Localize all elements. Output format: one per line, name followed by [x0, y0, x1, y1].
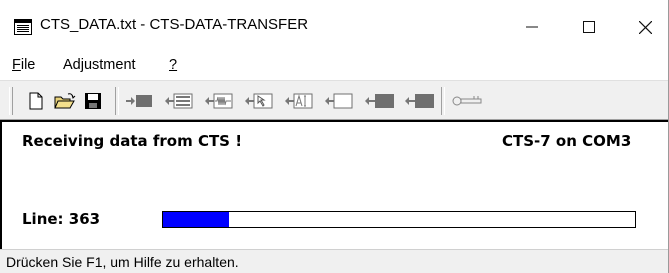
receive-cursor-icon: [245, 93, 273, 109]
menu-file-label: ile: [20, 57, 36, 73]
receive-device-icon: [405, 94, 434, 108]
maximize-icon: [583, 21, 595, 33]
menu-help-label: ?: [169, 57, 178, 73]
toolbar: [0, 80, 668, 120]
save-button[interactable]: [81, 89, 105, 113]
app-icon: [14, 19, 32, 35]
receive-ai-button[interactable]: [283, 89, 313, 113]
status-message: Receiving data from CTS !: [22, 132, 243, 150]
menu-help[interactable]: ?: [169, 57, 177, 73]
new-file-icon: [29, 92, 43, 110]
menu-bar: File Adjustment ?: [0, 54, 668, 80]
status-bar: Drücken Sie F1, um Hilfe zu erhalten.: [0, 249, 668, 273]
send-device-button[interactable]: [363, 89, 395, 113]
toolbar-grip[interactable]: [9, 87, 13, 115]
menu-file[interactable]: File: [12, 57, 35, 73]
title-bar[interactable]: CTS_DATA.txt - CTS-DATA-TRANSFER: [0, 0, 668, 54]
open-folder-icon: [54, 93, 76, 109]
toolbar-separator: [441, 87, 445, 115]
receive-ai-icon: [285, 93, 313, 109]
receive-table-icon: [165, 93, 193, 109]
status-bar-text: Drücken Sie F1, um Hilfe zu erhalten.: [6, 254, 239, 270]
send-device-icon: [365, 94, 394, 108]
close-icon: [638, 20, 652, 34]
app-window: CTS_DATA.txt - CTS-DATA-TRANSFER File Ad…: [0, 0, 669, 273]
receive-empty-button[interactable]: [323, 89, 353, 113]
save-disk-icon: [85, 93, 101, 109]
receive-cursor-button[interactable]: [243, 89, 273, 113]
receive-device-button[interactable]: [403, 89, 435, 113]
toolbar-separator: [115, 87, 119, 115]
receive-empty-icon: [325, 93, 353, 109]
receive-table-button[interactable]: [163, 89, 193, 113]
window-title: CTS_DATA.txt - CTS-DATA-TRANSFER: [40, 16, 309, 33]
menu-adjustment[interactable]: Adjustment: [63, 57, 136, 73]
key-icon: [452, 96, 482, 106]
open-file-button[interactable]: [53, 89, 77, 113]
new-file-button[interactable]: [24, 89, 48, 113]
progress-fill: [163, 212, 230, 227]
line-counter: Line: 363: [22, 210, 101, 228]
receive-waveform-button[interactable]: [203, 89, 233, 113]
send-block-icon: [126, 95, 152, 107]
maximize-button[interactable]: [566, 0, 612, 54]
progress-bar: [162, 211, 636, 228]
key-button[interactable]: [450, 89, 484, 113]
send-block-button[interactable]: [125, 89, 153, 113]
device-info: CTS-7 on COM3: [502, 132, 632, 150]
menu-file-mnemonic: F: [12, 57, 21, 73]
minimize-icon: [526, 26, 538, 28]
minimize-button[interactable]: [509, 0, 555, 54]
receive-waveform-icon: [205, 93, 233, 109]
close-button[interactable]: [622, 0, 668, 54]
